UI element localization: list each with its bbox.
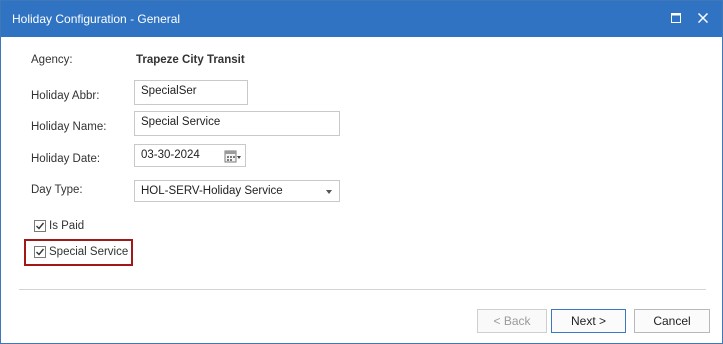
special-service-checkbox-box — [34, 246, 46, 258]
holiday-date-picker[interactable]: 03-30-2024 — [134, 144, 246, 167]
title-bar: Holiday Configuration - General — [1, 1, 722, 37]
holiday-name-label: Holiday Name: — [31, 121, 107, 133]
is-paid-label: Is Paid — [49, 220, 85, 232]
holiday-abbr-value: SpecialSer — [141, 85, 197, 97]
window-title: Holiday Configuration - General — [12, 12, 181, 26]
checkmark-icon — [36, 248, 45, 256]
agency-value: Trapeze City Transit — [136, 54, 245, 66]
holiday-name-value: Special Service — [141, 116, 221, 128]
day-type-value: HOL-SERV-Holiday Service — [141, 185, 283, 197]
close-button[interactable] — [691, 7, 715, 31]
agency-label: Agency: — [31, 54, 73, 66]
cancel-button[interactable]: Cancel — [634, 309, 710, 333]
holiday-date-label: Holiday Date: — [31, 153, 101, 165]
holiday-abbr-field[interactable]: SpecialSer — [134, 80, 248, 105]
next-button[interactable]: Next > — [551, 309, 626, 333]
checkmark-icon — [36, 222, 45, 230]
day-type-label: Day Type: — [31, 184, 83, 196]
is-paid-checkbox-box — [34, 220, 46, 232]
close-icon — [697, 12, 709, 26]
maximize-icon — [671, 12, 681, 26]
calendar-dropdown-icon[interactable] — [224, 148, 242, 164]
is-paid-checkbox[interactable]: Is Paid — [34, 220, 84, 232]
special-service-checkbox[interactable]: Special Service — [34, 246, 128, 258]
day-type-select[interactable]: HOL-SERV-Holiday Service — [134, 180, 340, 202]
special-service-label: Special Service — [49, 246, 129, 258]
holiday-name-field[interactable]: Special Service — [134, 111, 340, 136]
back-button[interactable]: < Back — [477, 309, 547, 333]
holiday-abbr-label: Holiday Abbr: — [31, 90, 100, 102]
holiday-date-value: 03-30-2024 — [141, 149, 200, 161]
chevron-down-icon — [326, 190, 332, 194]
dialog-window: Holiday Configuration - General Agency: … — [0, 0, 723, 344]
maximize-button[interactable] — [664, 7, 688, 31]
divider — [19, 289, 706, 290]
